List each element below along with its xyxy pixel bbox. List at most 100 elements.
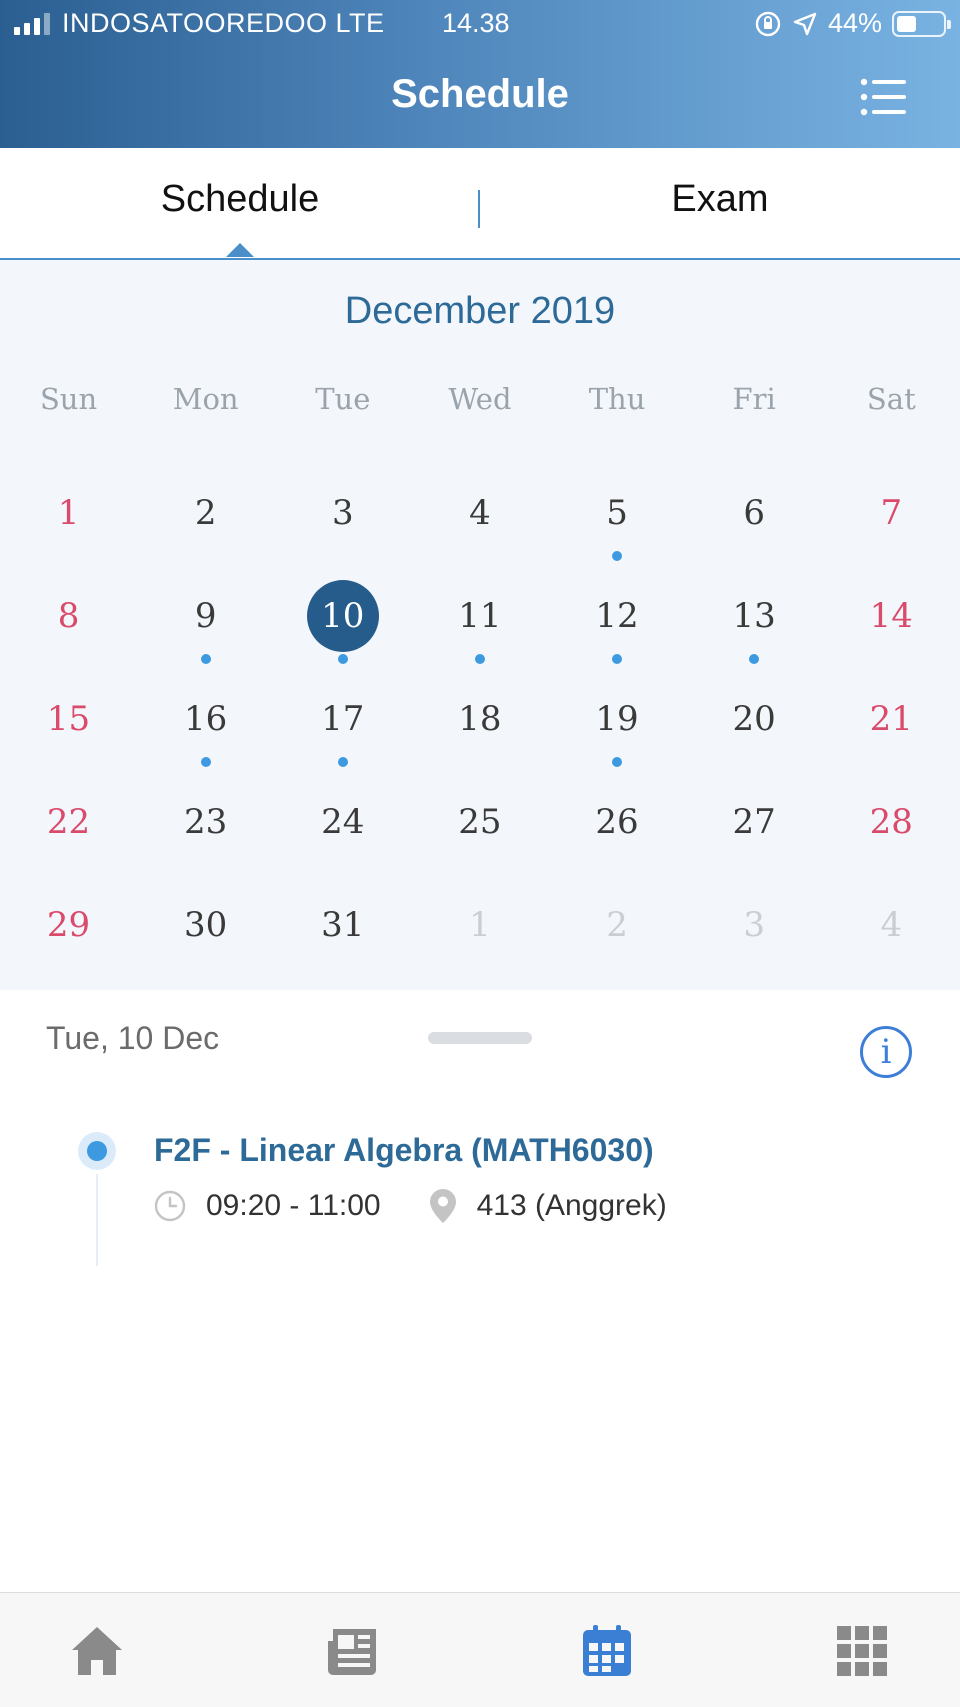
month-calendar: December 2019 Sun Mon Tue Wed Thu Fri Sat 1234… xyxy=(0,260,960,990)
event-indicator-dot xyxy=(612,551,623,561)
day-cell: 2 xyxy=(549,892,686,995)
day-number: 24 xyxy=(321,802,365,842)
day-number: 16 xyxy=(184,699,228,739)
day-cell[interactable]: 30 xyxy=(137,892,274,995)
day-cell[interactable]: 22 xyxy=(0,789,137,892)
day-cell[interactable]: 12 xyxy=(549,583,686,686)
day-cell[interactable]: 11 xyxy=(411,583,548,686)
weekday-label: Mon xyxy=(172,382,239,416)
clock-icon xyxy=(154,1190,186,1222)
selected-date-label: Tue, 10 Dec xyxy=(46,1020,220,1056)
drag-handle[interactable] xyxy=(428,1032,532,1044)
day-cell[interactable]: 16 xyxy=(137,686,274,789)
day-number: 29 xyxy=(46,905,91,945)
day-cell[interactable]: 24 xyxy=(274,789,411,892)
tab-bar: Schedule Exam xyxy=(0,148,960,260)
active-tab-indicator xyxy=(226,243,254,257)
week-row: 8 9 10 11 12 13 14 xyxy=(0,580,960,686)
day-number: 11 xyxy=(458,596,502,636)
event-indicator-dot xyxy=(337,757,348,767)
day-cell-selected[interactable]: 10 xyxy=(274,580,411,686)
day-cell[interactable]: 4 xyxy=(411,480,548,583)
event-indicator-dot xyxy=(612,757,623,767)
day-number: 18 xyxy=(458,699,502,739)
tab-schedule[interactable]: Schedule xyxy=(90,178,390,221)
day-number: 4 xyxy=(880,905,903,945)
day-number: 8 xyxy=(57,596,80,636)
weekday-label: Wed xyxy=(448,382,512,416)
day-number: 21 xyxy=(869,699,913,739)
carrier-label: INDOSATOOREDOO LTE xyxy=(62,8,385,38)
battery-icon xyxy=(892,10,951,37)
news-icon[interactable] xyxy=(324,1623,380,1679)
day-cell[interactable]: 21 xyxy=(823,686,960,789)
month-label: December 2019 xyxy=(344,290,616,332)
day-number: 23 xyxy=(184,802,228,842)
week-row: 1 2 3 4 5 6 7 xyxy=(0,480,960,583)
day-detail-header: Tue, 10 Dec i xyxy=(0,990,960,1100)
day-number: 3 xyxy=(743,905,765,945)
weekday-label: Sun xyxy=(39,382,98,416)
timeline-line xyxy=(96,1174,98,1266)
signal-icon xyxy=(14,12,50,35)
day-cell[interactable]: 15 xyxy=(0,686,137,789)
event-item[interactable]: F2F - Linear Algebra (MATH6030) 09:20 - … xyxy=(0,1130,960,1270)
event-time: 09:20 - 11:00 xyxy=(206,1189,381,1222)
location-arrow-icon xyxy=(793,12,817,35)
day-number: 14 xyxy=(869,596,913,636)
event-indicator-dot xyxy=(337,654,348,664)
day-cell[interactable]: 23 xyxy=(137,789,274,892)
day-number: 25 xyxy=(458,802,502,842)
day-cell[interactable]: 29 xyxy=(0,892,137,995)
day-cell[interactable]: 14 xyxy=(823,583,960,686)
day-number: 22 xyxy=(46,802,91,842)
day-cell[interactable]: 25 xyxy=(411,789,548,892)
day-number: 2 xyxy=(194,493,217,533)
day-number: 30 xyxy=(184,905,228,945)
day-cell[interactable]: 2 xyxy=(137,480,274,583)
day-number: 12 xyxy=(595,596,639,636)
day-cell[interactable]: 17 xyxy=(274,686,411,789)
day-cell[interactable]: 28 xyxy=(823,789,960,892)
day-cell[interactable]: 31 xyxy=(274,892,411,995)
day-number: 10 xyxy=(321,596,365,636)
day-cell: 3 xyxy=(686,892,823,995)
tab-exam[interactable]: Exam xyxy=(570,178,870,221)
clock-label: 14.38 xyxy=(442,8,510,38)
weekday-label: Sat xyxy=(866,382,916,416)
day-number: 15 xyxy=(46,699,91,739)
day-number: 26 xyxy=(595,802,639,842)
event-indicator-dot xyxy=(612,654,623,664)
event-indicator-dot xyxy=(200,654,211,664)
day-cell[interactable]: 9 xyxy=(137,583,274,686)
day-cell[interactable]: 27 xyxy=(686,789,823,892)
list-menu-icon[interactable] xyxy=(860,78,908,116)
day-cell: 4 xyxy=(823,892,960,995)
day-cell[interactable]: 8 xyxy=(0,583,137,686)
battery-percent: 44% xyxy=(827,8,882,38)
day-cell[interactable]: 26 xyxy=(549,789,686,892)
week-row: 15 16 17 18 19 20 21 xyxy=(0,686,960,789)
day-cell[interactable]: 7 xyxy=(823,480,960,583)
home-icon[interactable] xyxy=(69,1623,125,1679)
day-cell[interactable]: 6 xyxy=(686,480,823,583)
apps-grid-icon[interactable] xyxy=(834,1623,890,1679)
app-header: INDOSATOOREDOO LTE 14.38 44% Schedule xyxy=(0,0,960,148)
info-icon[interactable]: i xyxy=(860,1026,912,1078)
day-cell[interactable]: 5 xyxy=(549,480,686,583)
day-grid: 1 2 3 4 5 6 7 8 9 10 11 12 13 14 15 16 17 18 19 20 21 22 23 24 2… xyxy=(0,480,960,995)
day-cell[interactable]: 13 xyxy=(686,583,823,686)
day-cell[interactable]: 3 xyxy=(274,480,411,583)
event-indicator-dot xyxy=(200,757,211,767)
day-cell[interactable]: 1 xyxy=(0,480,137,583)
calendar-icon[interactable] xyxy=(579,1623,635,1679)
day-number: 20 xyxy=(732,699,776,739)
day-number: 1 xyxy=(57,493,80,533)
day-cell[interactable]: 18 xyxy=(411,686,548,789)
day-cell[interactable]: 19 xyxy=(549,686,686,789)
bottom-navigation xyxy=(0,1592,960,1707)
day-number: 28 xyxy=(869,802,913,842)
day-number: 27 xyxy=(732,802,776,842)
day-cell[interactable]: 20 xyxy=(686,686,823,789)
day-number: 31 xyxy=(321,905,365,945)
